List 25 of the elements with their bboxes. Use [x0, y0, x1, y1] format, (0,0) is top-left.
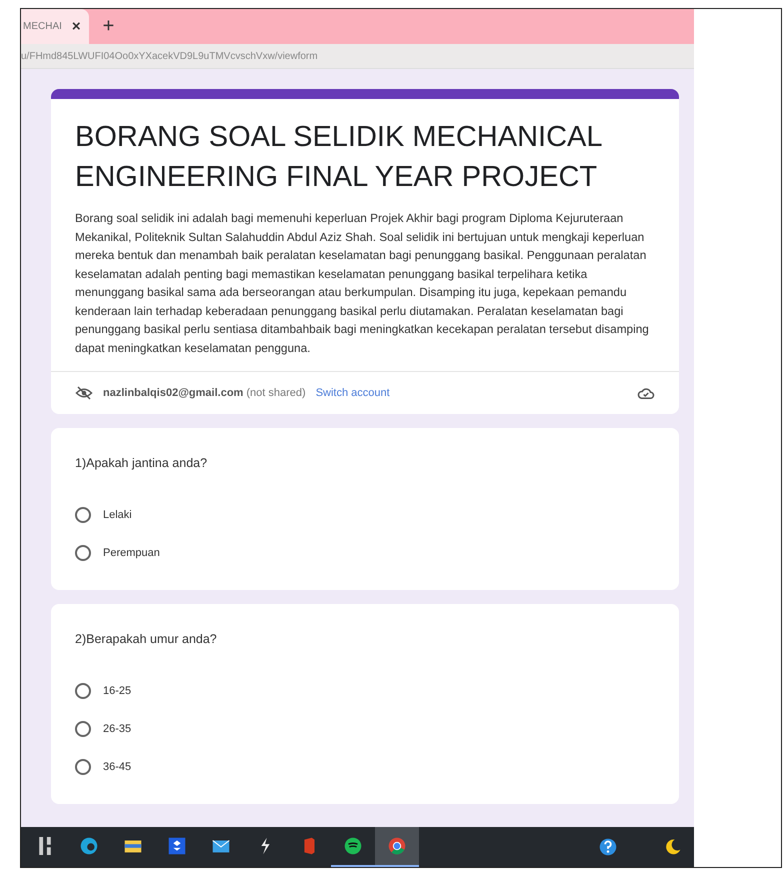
switch-account-link[interactable]: Switch account [316, 387, 390, 399]
eye-off-icon [75, 384, 93, 402]
question-text: 1)Apakah jantina anda? [75, 456, 208, 470]
radio-button[interactable] [75, 759, 91, 775]
option-label[interactable]: Perempuan [103, 547, 160, 559]
tab-title: MECHAI [23, 21, 62, 32]
radio-button[interactable] [75, 507, 91, 523]
question-text: 2)Berapakah umur anda? [75, 632, 218, 646]
radio-button[interactable] [75, 545, 91, 561]
music-app-icon [342, 835, 364, 857]
option-label[interactable]: 26-35 [103, 723, 132, 735]
browser-tab[interactable]: MECHAI × [21, 9, 89, 44]
radio-button[interactable] [75, 721, 91, 737]
account-email: nazlinbalqis02@gmail.com (not shared) [103, 387, 306, 399]
option-label[interactable]: Lelaki [103, 509, 132, 521]
option-label[interactable]: 16-25 [103, 685, 132, 697]
close-tab-button[interactable]: × [72, 18, 81, 35]
new-tab-button[interactable]: + [98, 15, 118, 38]
help-icon [597, 836, 619, 858]
form-description: Borang soal selidik ini adalah bagi memenuhi keperluan Projek Akhir bagi program Diploma Kejuruteraan Mekanikal, Politeknik Sultan Salahuddin Abdul Aziz Shah. Soal selidik ini bertujuan untuk mengkaji keperluan mereka bentuk dan menambah baik peralatan keselamatan bagi penunggang basikal. Penggunaan peralatan keselamatan adalah penting bagi memastikan keselamatan penunggang basikal terpelihara ketika menunggang basikal sama ada berseorangan atau berkumpulan. Disamping itu juga, kepekaan pemandu kenderaan lain terhadap keberadaan penunggang basikal perlu diutamakan. Peralatan keselamatan bagi penunggang basikal perlu sentiasa ditambahbaik bagi meningkatkan kecekapan peralatan tersebut disamping dapat meningkatkan keselamatan pengguna. [74, 210, 650, 356]
radio-button[interactable] [75, 683, 91, 699]
task-view-icon [39, 837, 51, 855]
taskbar-button[interactable] [375, 827, 419, 867]
form-title: BORANG SOAL SELIDIK MECHANICAL ENGINEERING FINAL YEAR PROJECT [74, 120, 602, 195]
option-label[interactable]: 36-45 [103, 761, 132, 773]
